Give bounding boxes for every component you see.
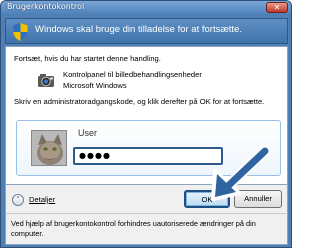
- title-bar: Brugerkontokontrol ✕: [1, 1, 291, 15]
- chevron-down-icon[interactable]: ˅: [12, 194, 24, 206]
- password-field[interactable]: ●●●●: [73, 147, 223, 165]
- window-title: Brugerkontokontrol: [7, 2, 85, 11]
- prompt-text: Skriv en administratoradgangskode, og kl…: [14, 97, 265, 106]
- uac-dialog: Brugerkontokontrol ✕ Windows skal bruge …: [0, 0, 292, 248]
- user-avatar: [31, 130, 67, 166]
- program-name: Kontrolpanel til billedbehandlingsenhede…: [63, 70, 202, 79]
- pointer-arrow: [211, 145, 271, 201]
- user-name: User: [78, 128, 98, 138]
- intro-text: Fortsæt, hvis du har startet denne handl…: [14, 54, 161, 63]
- footer: Ved hjælp af brugerkontokontrol forhindr…: [5, 213, 288, 245]
- details-link[interactable]: Detaljer: [29, 195, 55, 204]
- footer-text: Ved hjælp af brugerkontokontrol forhindr…: [11, 219, 256, 238]
- shield-icon: [13, 22, 28, 42]
- banner: Windows skal bruge din tilladelse for at…: [5, 18, 288, 44]
- control-panel-icon: [38, 74, 54, 87]
- close-button[interactable]: ✕: [266, 2, 288, 13]
- cat-picture-icon: [32, 131, 66, 165]
- publisher-name: Microsoft Windows: [63, 81, 127, 90]
- banner-message: Windows skal bruge din tilladelse for at…: [35, 24, 242, 35]
